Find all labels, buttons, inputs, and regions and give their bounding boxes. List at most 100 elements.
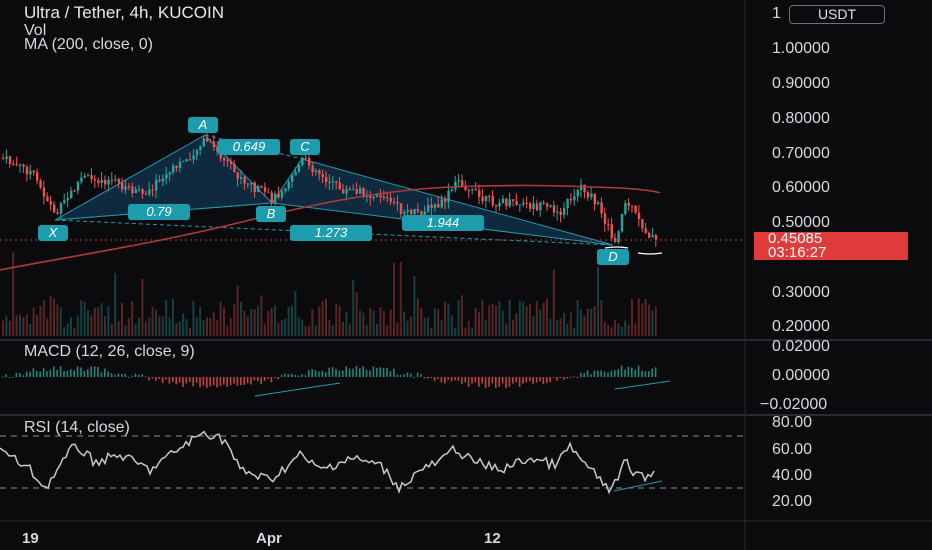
ratio-label-ac[interactable]: 0.649 bbox=[218, 139, 280, 155]
candle bbox=[5, 149, 8, 164]
volume-bar bbox=[651, 310, 654, 336]
macd-bar bbox=[399, 374, 402, 377]
macd-bar bbox=[49, 369, 52, 377]
candle bbox=[22, 163, 25, 173]
pattern-point-a[interactable]: A bbox=[188, 117, 218, 133]
macd-bar bbox=[491, 377, 494, 384]
volume-bar bbox=[63, 326, 66, 336]
macd-bar bbox=[308, 370, 310, 377]
candle bbox=[467, 188, 471, 198]
macd-bar bbox=[110, 373, 113, 377]
volume-bar bbox=[284, 318, 287, 336]
pattern-point-x[interactable]: X bbox=[38, 225, 68, 241]
macd-bar bbox=[488, 377, 490, 387]
volume-bar bbox=[352, 279, 355, 336]
volume-bar bbox=[308, 325, 310, 336]
volume-bar bbox=[495, 305, 497, 336]
volume-bar bbox=[654, 306, 657, 336]
volume-bar bbox=[236, 285, 239, 336]
macd-bar bbox=[178, 377, 181, 383]
volume-bar bbox=[631, 298, 633, 336]
macd-bar bbox=[250, 377, 252, 385]
candle bbox=[637, 205, 641, 227]
volume-bar bbox=[430, 327, 433, 336]
volume-bar bbox=[240, 301, 242, 336]
macd-bar bbox=[104, 368, 106, 377]
macd-bar bbox=[396, 374, 398, 377]
volume-bar bbox=[637, 298, 640, 336]
macd-bar bbox=[138, 374, 140, 377]
volume-bar bbox=[260, 295, 263, 336]
candle bbox=[80, 171, 83, 185]
macd-bar bbox=[97, 367, 99, 377]
volume-bar bbox=[219, 302, 222, 336]
volume-bar bbox=[87, 309, 89, 336]
candle bbox=[515, 193, 518, 206]
macd-bar bbox=[542, 377, 545, 385]
macd-bar bbox=[437, 377, 439, 379]
volume-bar bbox=[563, 312, 565, 336]
current-price-tag[interactable]: 0.45085 03:16:27 bbox=[754, 231, 908, 260]
macd-bar bbox=[532, 377, 534, 384]
macd-bar bbox=[593, 370, 596, 377]
ma-indicator-label[interactable]: MA (200, close, 0) bbox=[24, 36, 153, 54]
pattern-point-b[interactable]: B bbox=[256, 206, 286, 222]
volume-bar bbox=[124, 325, 127, 336]
volume-bar bbox=[178, 321, 181, 336]
ratio-label-xd[interactable]: 1.273 bbox=[290, 225, 372, 241]
macd-bar bbox=[141, 374, 143, 377]
volume-bar bbox=[49, 295, 52, 336]
volume-bar bbox=[338, 306, 341, 336]
macd-divergence-line[interactable] bbox=[254, 382, 341, 397]
volume-bar bbox=[287, 306, 290, 336]
candle bbox=[12, 159, 15, 166]
volume-bar bbox=[117, 321, 120, 336]
price-axis-label: 0.20000 bbox=[772, 318, 830, 335]
macd-bar bbox=[369, 370, 371, 377]
pattern-point-d[interactable]: D bbox=[597, 249, 629, 265]
candle bbox=[529, 201, 532, 212]
macd-bar bbox=[223, 377, 225, 385]
macd-bar bbox=[423, 377, 426, 379]
currency-button[interactable]: USDT bbox=[789, 5, 885, 24]
volume-bar bbox=[76, 315, 79, 336]
macd-bar bbox=[433, 377, 436, 381]
ratio-label-xb[interactable]: 0.79 bbox=[128, 204, 190, 220]
volume-bar bbox=[70, 317, 72, 336]
volume-bar bbox=[518, 300, 521, 336]
macd-title[interactable]: MACD (12, 26, close, 9) bbox=[24, 343, 195, 361]
volume-bar bbox=[342, 321, 344, 336]
volume-bar bbox=[229, 318, 232, 336]
candle bbox=[32, 170, 35, 176]
rsi-title[interactable]: RSI (14, close) bbox=[24, 419, 130, 437]
macd-bar bbox=[376, 368, 378, 377]
candle bbox=[590, 187, 593, 201]
volume-bar bbox=[59, 307, 62, 336]
ratio-label-bd[interactable]: 1.944 bbox=[402, 215, 484, 231]
macd-bar bbox=[644, 371, 647, 377]
volume-bar bbox=[104, 316, 106, 336]
candle bbox=[260, 185, 263, 189]
rsi-divergence-line[interactable] bbox=[613, 480, 663, 492]
macd-bar bbox=[131, 375, 133, 377]
macd-bar bbox=[355, 366, 358, 377]
volume-bar bbox=[481, 299, 484, 336]
volume-bar bbox=[110, 323, 113, 336]
rsi-axis-label: 20.00 bbox=[772, 493, 813, 510]
price-axis-label: 1 bbox=[772, 5, 781, 22]
volume-bar bbox=[331, 325, 334, 336]
pattern-point-c[interactable]: C bbox=[290, 139, 320, 155]
candle bbox=[46, 192, 49, 202]
macd-bar bbox=[522, 377, 524, 384]
macd-bar bbox=[430, 377, 432, 379]
macd-divergence-line[interactable] bbox=[614, 380, 671, 390]
macd-bar bbox=[362, 366, 364, 377]
macd-bar bbox=[260, 377, 262, 385]
macd-bar bbox=[597, 370, 599, 377]
macd-bar bbox=[627, 366, 630, 377]
macd-bar bbox=[148, 377, 150, 381]
volume-bar bbox=[535, 301, 538, 336]
macd-bar bbox=[19, 373, 21, 377]
macd-bar bbox=[447, 377, 449, 380]
volume-bar bbox=[532, 315, 535, 336]
